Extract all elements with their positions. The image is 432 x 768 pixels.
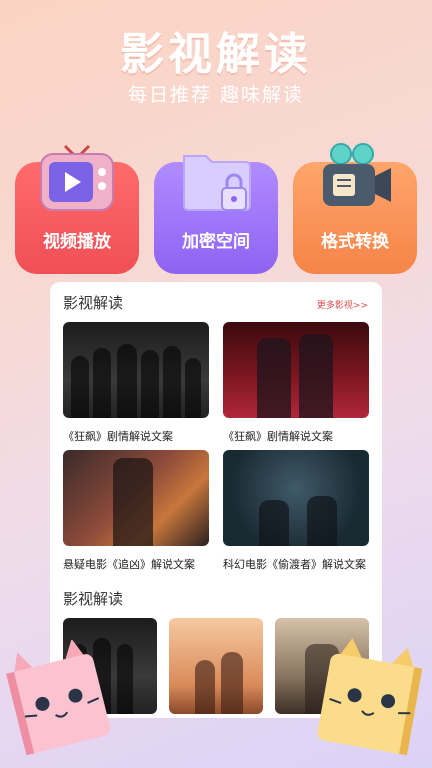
secret-space-label: 加密空间 bbox=[182, 232, 250, 252]
movie-caption: 《狂飙》剧情解说文案 bbox=[63, 430, 173, 443]
pink-cat-mascot-icon bbox=[6, 640, 111, 756]
movie-caption: 悬疑电影《追凶》解说文案 bbox=[63, 558, 195, 571]
more-movies-link[interactable]: 更多影视>> bbox=[317, 298, 368, 311]
folder-lock-icon bbox=[183, 155, 251, 211]
camera-icon bbox=[323, 143, 391, 206]
movie-poster bbox=[223, 450, 369, 546]
tv-icon bbox=[40, 144, 114, 211]
feature-tiles: 视频播放 加密空间 格式转换 bbox=[15, 140, 417, 276]
video-play-tile[interactable]: 视频播放 bbox=[15, 144, 139, 274]
movie-poster bbox=[223, 322, 369, 418]
movie-caption: 科幻电影《偷渡者》解说文案 bbox=[223, 558, 366, 571]
hero-header: 影视解读 每日推荐 趣味解读 bbox=[0, 0, 432, 120]
movie-card[interactable]: 悬疑电影《追凶》解说文案 bbox=[63, 450, 209, 572]
movie-card[interactable]: 《狂飙》剧情解说文案 bbox=[63, 322, 209, 444]
section-title: 影视解读 bbox=[63, 294, 124, 312]
movie-card[interactable]: 《狂飙》剧情解说文案 bbox=[223, 322, 369, 444]
movie-caption: 《狂飙》剧情解说文案 bbox=[223, 430, 333, 443]
movie-poster bbox=[63, 450, 209, 546]
secret-space-tile[interactable]: 加密空间 bbox=[154, 155, 278, 274]
yellow-cat-mascot-icon bbox=[317, 638, 423, 756]
app-title: 影视解读 bbox=[120, 29, 312, 80]
movie-card[interactable]: 科幻电影《偷渡者》解说文案 bbox=[223, 450, 369, 572]
app-subtitle: 每日推荐 趣味解读 bbox=[127, 84, 305, 106]
format-convert-tile[interactable]: 格式转换 bbox=[293, 143, 417, 274]
movie-poster bbox=[63, 322, 209, 418]
format-convert-label: 格式转换 bbox=[321, 232, 389, 252]
movie-poster[interactable] bbox=[169, 618, 263, 714]
section-title: 影视解读 bbox=[63, 590, 124, 608]
video-play-label: 视频播放 bbox=[43, 232, 111, 252]
